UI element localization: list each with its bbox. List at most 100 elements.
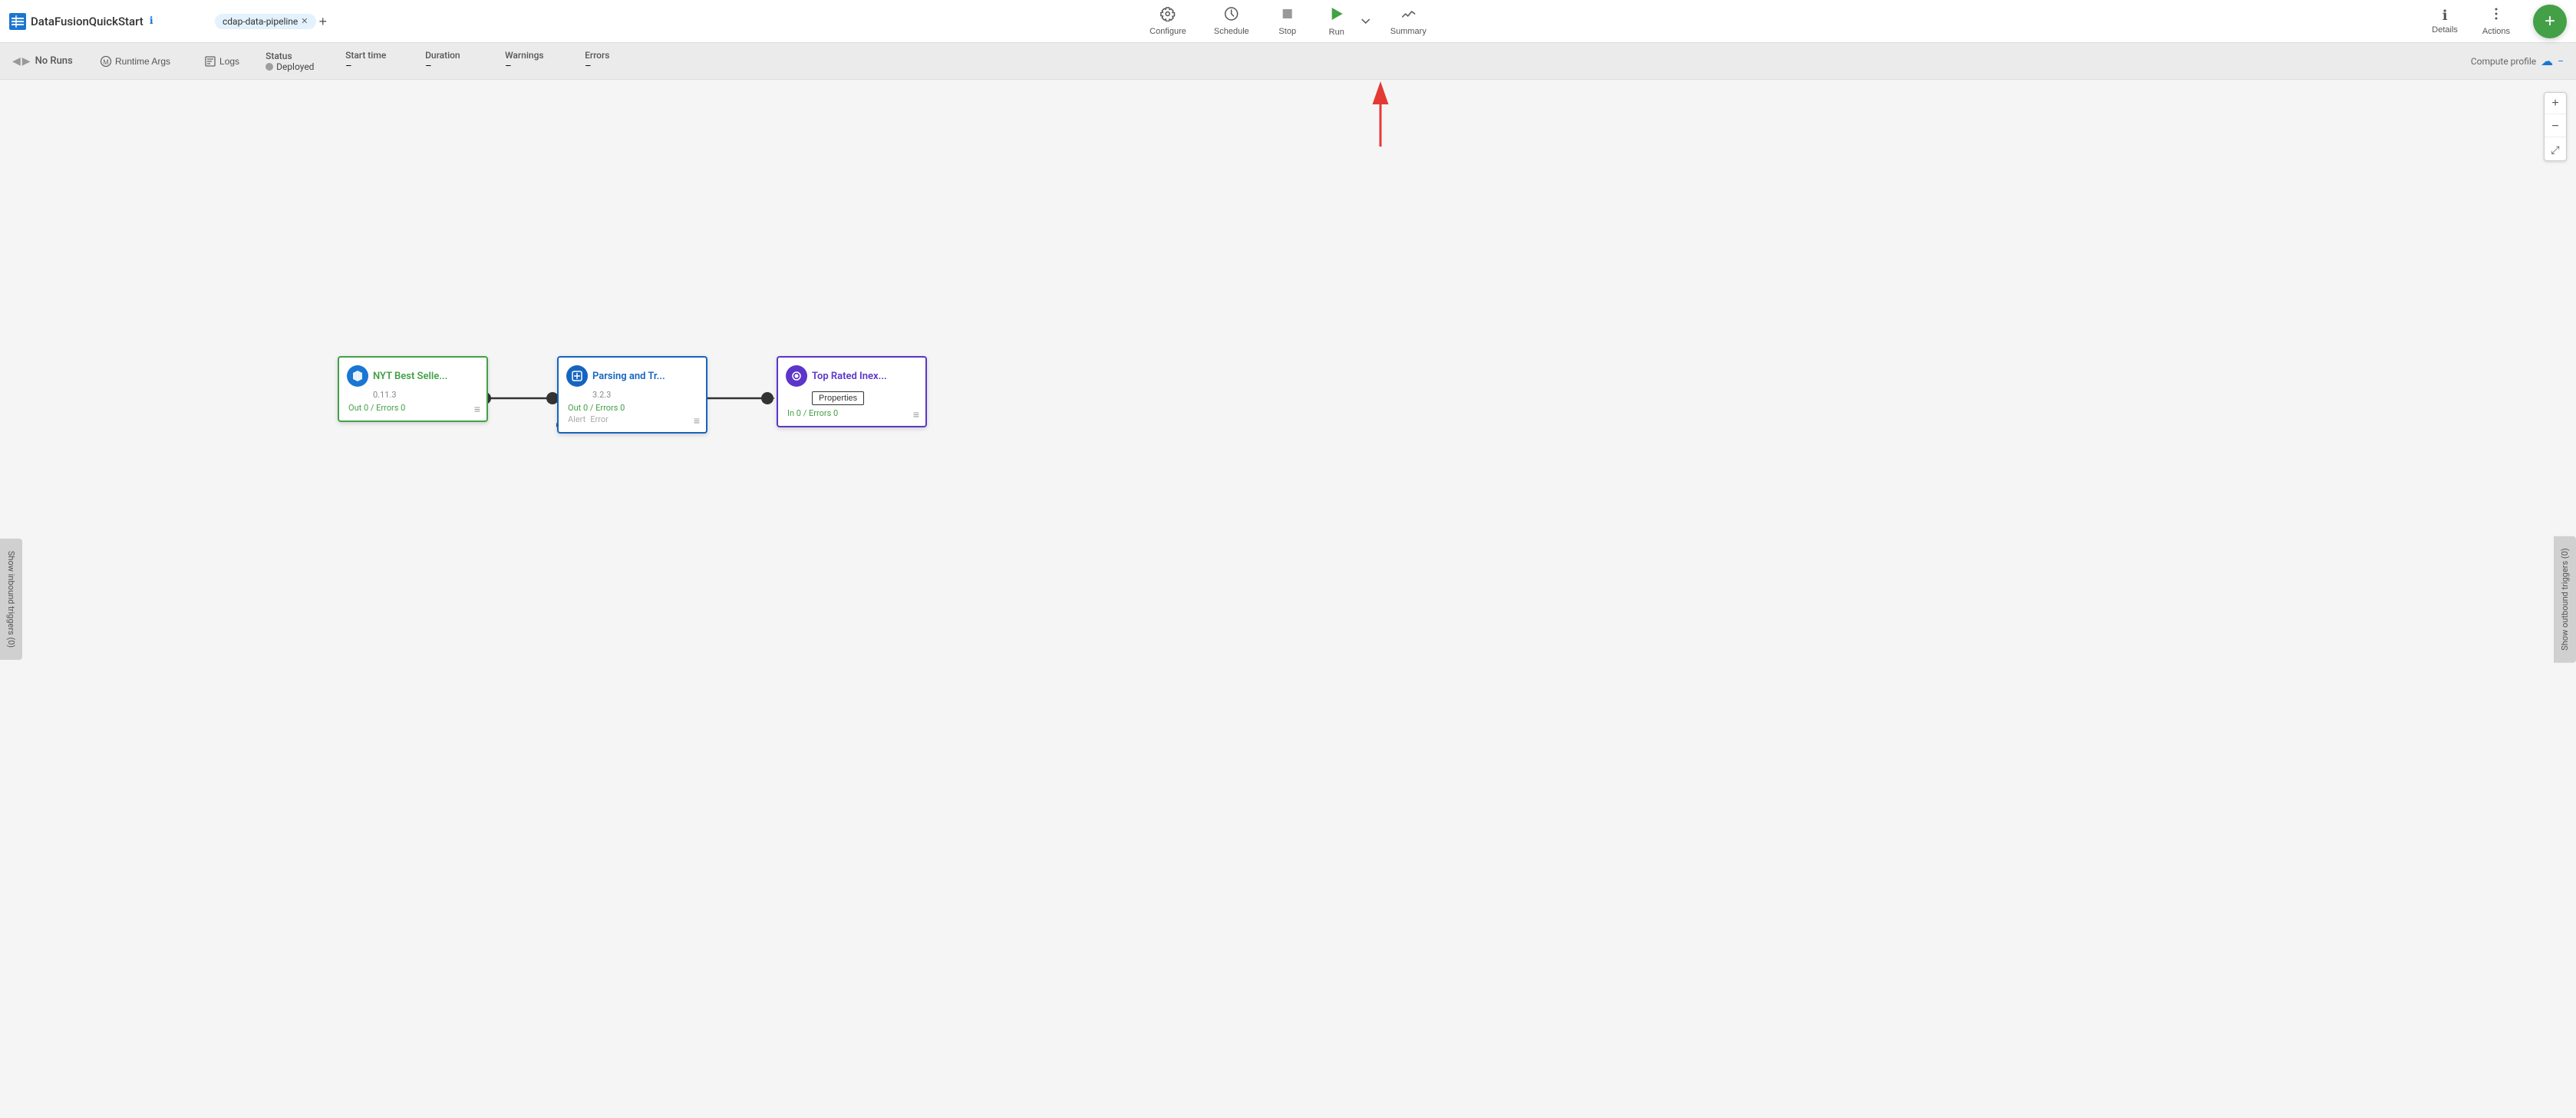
run-dropdown-button[interactable] bbox=[1358, 15, 1374, 28]
outbound-triggers-button[interactable]: Show outbound triggers (0) bbox=[2554, 536, 2576, 662]
summary-icon bbox=[1400, 6, 1416, 25]
source-node-header: NYT Best Selle... bbox=[347, 365, 479, 387]
duration-label: Duration bbox=[425, 50, 471, 61]
add-tab-button[interactable]: + bbox=[319, 15, 328, 28]
schedule-button[interactable]: Schedule bbox=[1203, 3, 1260, 39]
zoom-expand-button[interactable]: ⤢ bbox=[2545, 139, 2566, 160]
actions-label: Actions bbox=[2482, 27, 2510, 36]
transform-node-stats: Out 0 / Errors 0 bbox=[568, 403, 698, 413]
stop-button[interactable]: Stop bbox=[1266, 3, 1309, 39]
next-run-button[interactable]: ▶ bbox=[22, 54, 31, 68]
details-label: Details bbox=[2432, 25, 2458, 35]
sink-node-icon bbox=[786, 365, 807, 387]
logs-button[interactable]: Logs bbox=[196, 54, 247, 69]
details-button[interactable]: ℹ Details bbox=[2421, 5, 2469, 38]
transform-node-alerts: Alert Error bbox=[568, 414, 698, 424]
add-button[interactable]: + bbox=[2533, 5, 2567, 38]
nav-arrows: ◀ ▶ bbox=[12, 54, 31, 68]
configure-icon bbox=[1160, 6, 1176, 25]
inbound-triggers-label: Show inbound triggers (0) bbox=[6, 550, 16, 647]
pipeline-canvas: NYT Best Selle... 0.11.3 Out 0 / Errors … bbox=[0, 80, 2576, 1118]
errors-section: Errors – bbox=[585, 50, 646, 72]
actions-button[interactable]: Actions bbox=[2472, 3, 2521, 39]
status-label: Status bbox=[266, 51, 312, 61]
svg-text:M: M bbox=[103, 58, 109, 66]
warnings-section: Warnings – bbox=[505, 50, 566, 72]
configure-button[interactable]: Configure bbox=[1139, 3, 1197, 39]
status-value: Deployed bbox=[276, 61, 314, 72]
compute-profile-label: Compute profile bbox=[2471, 56, 2536, 67]
transform-node-menu[interactable]: ≡ bbox=[694, 414, 700, 427]
sink-node-stats: In 0 / Errors 0 bbox=[787, 408, 918, 418]
runtime-args-label: Runtime Args bbox=[115, 56, 170, 67]
status-dot bbox=[266, 63, 273, 71]
zoom-out-button[interactable]: − bbox=[2545, 116, 2566, 137]
connections-svg bbox=[0, 80, 2576, 1118]
start-time-section: Start time – bbox=[345, 50, 407, 72]
sink-node-header: Top Rated Inex... bbox=[786, 365, 918, 387]
summary-button[interactable]: Summary bbox=[1380, 3, 1437, 39]
source-node-version: 0.11.3 bbox=[373, 390, 479, 400]
summary-label: Summary bbox=[1390, 27, 1427, 36]
cloud-icon: ☁ bbox=[2541, 54, 2553, 68]
sink-node-title: Top Rated Inex... bbox=[812, 371, 887, 382]
status-section: Status Deployed bbox=[266, 51, 327, 72]
toolbar-center: Configure Schedule Stop Run bbox=[1139, 2, 1437, 40]
sink-node: Top Rated Inex... Properties In 0 / Erro… bbox=[777, 356, 927, 427]
stop-label: Stop bbox=[1278, 27, 1296, 36]
runtime-args-button[interactable]: M Runtime Args bbox=[92, 54, 178, 69]
zoom-in-button[interactable]: + bbox=[2545, 93, 2566, 114]
sink-node-menu[interactable]: ≡ bbox=[913, 408, 919, 421]
warnings-label: Warnings bbox=[505, 50, 551, 61]
error-label: Error bbox=[590, 414, 609, 424]
transform-node-icon bbox=[566, 365, 588, 387]
logs-label: Logs bbox=[219, 56, 239, 67]
tab-bar: cdap-data-pipeline ✕ + bbox=[215, 14, 327, 29]
no-runs-label: No Runs bbox=[35, 55, 73, 67]
run-icon bbox=[1328, 5, 1345, 26]
outbound-triggers-label: Show outbound triggers (0) bbox=[2560, 548, 2570, 650]
run-group: Run bbox=[1315, 2, 1374, 40]
source-node-icon bbox=[347, 365, 368, 387]
brand-section: DataFusionQuickStart ℹ bbox=[9, 13, 209, 30]
actions-icon bbox=[2489, 6, 2504, 25]
compute-profile-section: Compute profile ☁ – bbox=[2471, 54, 2564, 68]
source-node: NYT Best Selle... 0.11.3 Out 0 / Errors … bbox=[338, 356, 488, 422]
toolbar: DataFusionQuickStart ℹ cdap-data-pipelin… bbox=[0, 0, 2576, 43]
prev-run-button[interactable]: ◀ bbox=[12, 54, 21, 68]
run-button[interactable]: Run bbox=[1315, 2, 1358, 40]
start-time-value: – bbox=[345, 61, 352, 72]
properties-button[interactable]: Properties bbox=[812, 391, 864, 405]
pipeline-tab[interactable]: cdap-data-pipeline ✕ bbox=[215, 14, 316, 29]
tab-label: cdap-data-pipeline bbox=[223, 16, 298, 27]
zoom-controls: + − ⤢ bbox=[2544, 92, 2567, 161]
schedule-label: Schedule bbox=[1214, 27, 1249, 36]
transform-node-title: Parsing and Tr... bbox=[592, 371, 665, 382]
brand-logo bbox=[9, 13, 26, 30]
tab-close-icon[interactable]: ✕ bbox=[301, 16, 308, 26]
source-node-title: NYT Best Selle... bbox=[373, 371, 447, 382]
info-icon[interactable]: ℹ bbox=[150, 15, 153, 27]
status-value-container: Deployed bbox=[266, 61, 314, 72]
inbound-triggers-button[interactable]: Show inbound triggers (0) bbox=[0, 538, 22, 659]
run-arrow-indicator bbox=[1365, 81, 1396, 153]
run-bar: ◀ ▶ No Runs M Runtime Args Logs Status D… bbox=[0, 43, 2576, 80]
start-time-label: Start time bbox=[345, 50, 391, 61]
source-node-menu[interactable]: ≡ bbox=[474, 403, 480, 416]
transform-node-version: 3.2.3 bbox=[592, 390, 698, 400]
errors-label: Errors bbox=[585, 50, 631, 61]
duration-value: – bbox=[425, 61, 432, 72]
duration-section: Duration – bbox=[425, 50, 487, 72]
run-label: Run bbox=[1329, 28, 1344, 37]
app-title: DataFusionQuickStart bbox=[31, 15, 143, 28]
toolbar-right: ℹ Details Actions bbox=[2421, 3, 2521, 39]
transform-node: Parsing and Tr... 3.2.3 Out 0 / Errors 0… bbox=[557, 356, 707, 434]
compute-profile-dash: – bbox=[2558, 56, 2564, 67]
details-icon: ℹ bbox=[2442, 8, 2448, 24]
transform-node-header: Parsing and Tr... bbox=[566, 365, 698, 387]
schedule-icon bbox=[1224, 6, 1239, 25]
warnings-value: – bbox=[505, 61, 512, 72]
errors-value: – bbox=[585, 61, 592, 72]
configure-label: Configure bbox=[1149, 27, 1186, 36]
no-runs-section: ◀ ▶ No Runs bbox=[12, 54, 74, 68]
